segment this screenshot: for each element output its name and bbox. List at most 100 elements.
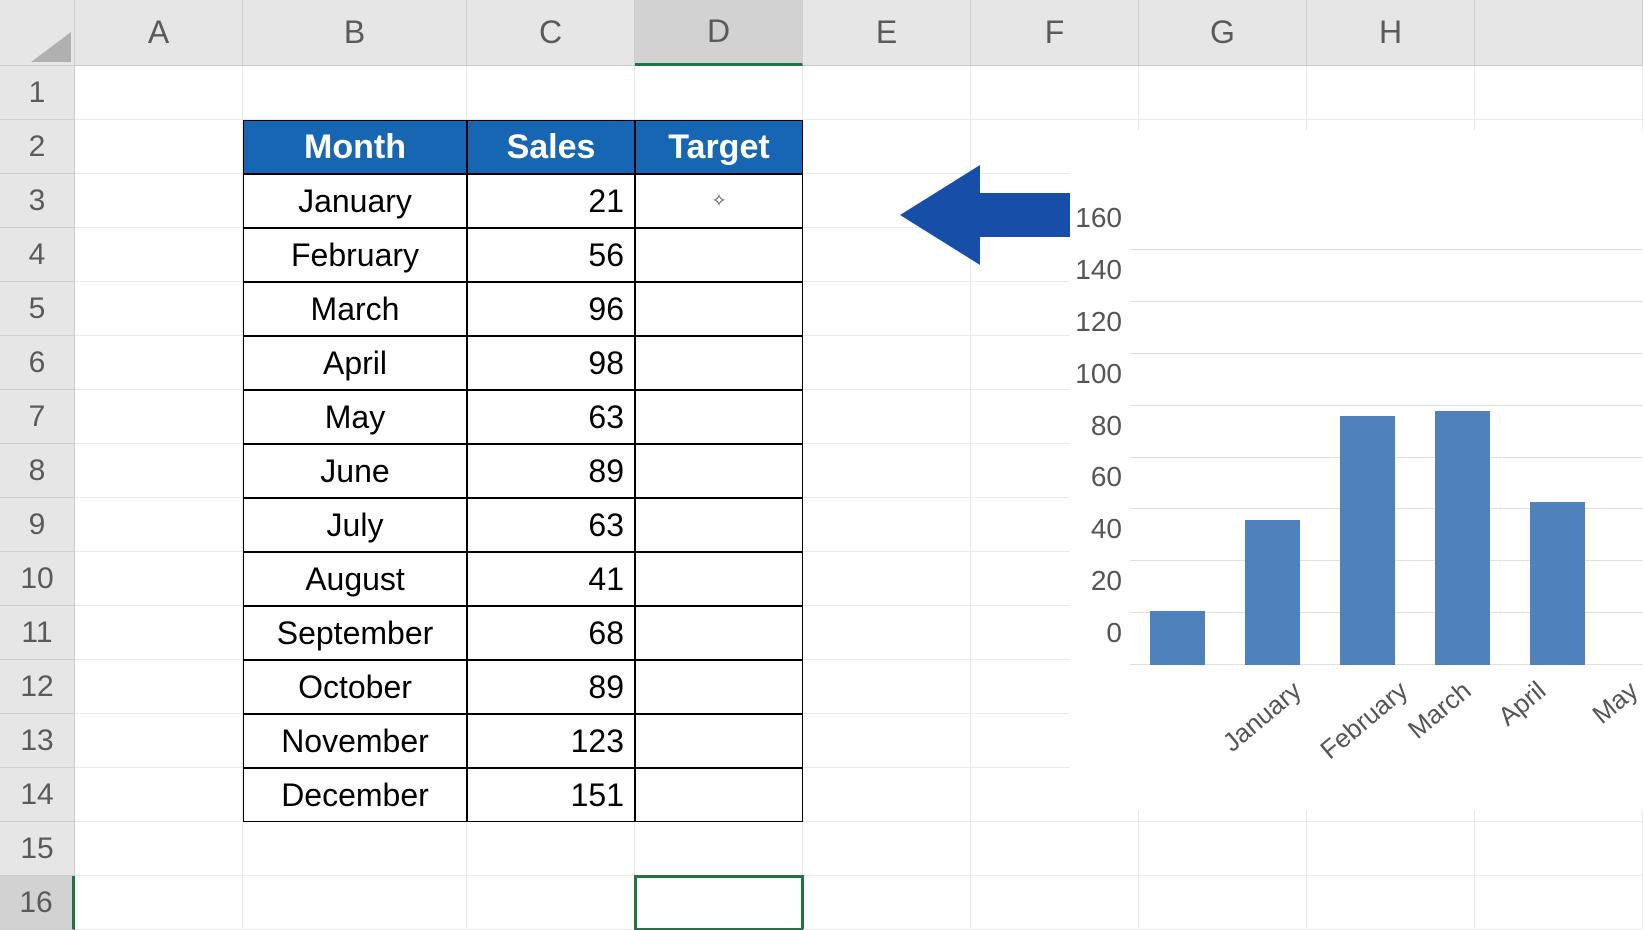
column-header-H[interactable]: H <box>1307 0 1475 66</box>
cell-A1[interactable] <box>75 66 243 120</box>
cell-E4[interactable] <box>803 228 971 282</box>
row-header-9[interactable]: 9 <box>0 498 75 552</box>
table-row-month[interactable]: March <box>243 282 467 336</box>
cell-A4[interactable] <box>75 228 243 282</box>
cell-A11[interactable] <box>75 606 243 660</box>
table-row-target[interactable] <box>635 444 803 498</box>
cell-H15[interactable] <box>1307 822 1475 876</box>
table-row-target[interactable] <box>635 768 803 822</box>
column-header-B[interactable]: B <box>243 0 467 66</box>
sales-bar-chart[interactable]: 020406080100120140160 JanuaryFebruaryMar… <box>1070 130 1643 810</box>
cell-G15[interactable] <box>1139 822 1307 876</box>
row-header-12[interactable]: 12 <box>0 660 75 714</box>
cell-E15[interactable] <box>803 822 971 876</box>
table-row-sales[interactable]: 68 <box>467 606 635 660</box>
row-header-1[interactable]: 1 <box>0 66 75 120</box>
bar-January[interactable] <box>1150 611 1205 665</box>
table-row-month[interactable]: January <box>243 174 467 228</box>
table-row-target[interactable] <box>635 714 803 768</box>
table-row-target[interactable] <box>635 282 803 336</box>
row-header-7[interactable]: 7 <box>0 390 75 444</box>
cell-E9[interactable] <box>803 498 971 552</box>
cell-B15[interactable] <box>243 822 467 876</box>
cell-A13[interactable] <box>75 714 243 768</box>
table-row-sales[interactable]: 151 <box>467 768 635 822</box>
table-row-target[interactable] <box>635 336 803 390</box>
table-row-target[interactable] <box>635 660 803 714</box>
cell-A5[interactable] <box>75 282 243 336</box>
row-header-3[interactable]: 3 <box>0 174 75 228</box>
cell-E8[interactable] <box>803 444 971 498</box>
table-row-month[interactable]: February <box>243 228 467 282</box>
bar-February[interactable] <box>1245 520 1300 665</box>
row-header-13[interactable]: 13 <box>0 714 75 768</box>
table-row-month[interactable]: December <box>243 768 467 822</box>
table-header-sales[interactable]: Sales <box>467 120 635 174</box>
table-row-month[interactable]: September <box>243 606 467 660</box>
cell-H1[interactable] <box>1307 66 1475 120</box>
cell-A9[interactable] <box>75 498 243 552</box>
table-row-sales[interactable]: 21 <box>467 174 635 228</box>
table-row-sales[interactable]: 41 <box>467 552 635 606</box>
cell-A6[interactable] <box>75 336 243 390</box>
row-header-2[interactable]: 2 <box>0 120 75 174</box>
cell-E7[interactable] <box>803 390 971 444</box>
cell-A7[interactable] <box>75 390 243 444</box>
cell-D16[interactable] <box>635 876 803 930</box>
cell-A10[interactable] <box>75 552 243 606</box>
cell-E1[interactable] <box>803 66 971 120</box>
bar-April[interactable] <box>1435 411 1490 665</box>
cell-G16[interactable] <box>1139 876 1307 930</box>
cell-A15[interactable] <box>75 822 243 876</box>
cell-C1[interactable] <box>467 66 635 120</box>
table-row-month[interactable]: July <box>243 498 467 552</box>
table-row-sales[interactable]: 96 <box>467 282 635 336</box>
table-row-month[interactable]: May <box>243 390 467 444</box>
table-row-sales[interactable]: 63 <box>467 390 635 444</box>
cell-A8[interactable] <box>75 444 243 498</box>
table-row-month[interactable]: April <box>243 336 467 390</box>
cell-E12[interactable] <box>803 660 971 714</box>
cell-E11[interactable] <box>803 606 971 660</box>
table-header-month[interactable]: Month <box>243 120 467 174</box>
row-header-16[interactable]: 16 <box>0 876 75 930</box>
cell-D15[interactable] <box>635 822 803 876</box>
select-all-corner[interactable] <box>0 0 75 66</box>
column-header-A[interactable]: A <box>75 0 243 66</box>
row-header-5[interactable]: 5 <box>0 282 75 336</box>
cell-E6[interactable] <box>803 336 971 390</box>
cell-E3[interactable] <box>803 174 971 228</box>
table-row-month[interactable]: November <box>243 714 467 768</box>
column-header-E[interactable]: E <box>803 0 971 66</box>
column-header-C[interactable]: C <box>467 0 635 66</box>
cell-A12[interactable] <box>75 660 243 714</box>
cell-F16[interactable] <box>971 876 1139 930</box>
cell-A14[interactable] <box>75 768 243 822</box>
table-row-sales[interactable]: 123 <box>467 714 635 768</box>
table-row-month[interactable]: October <box>243 660 467 714</box>
table-row-target[interactable] <box>635 228 803 282</box>
cell-F1[interactable] <box>971 66 1139 120</box>
cell-B16[interactable] <box>243 876 467 930</box>
cell-E16[interactable] <box>803 876 971 930</box>
cell-E2[interactable] <box>803 120 971 174</box>
cell-A3[interactable] <box>75 174 243 228</box>
row-header-11[interactable]: 11 <box>0 606 75 660</box>
table-row-target[interactable] <box>635 390 803 444</box>
table-row-target[interactable] <box>635 552 803 606</box>
table-row-sales[interactable]: 56 <box>467 228 635 282</box>
table-row-sales[interactable]: 63 <box>467 498 635 552</box>
cell-A2[interactable] <box>75 120 243 174</box>
cell-A16[interactable] <box>75 876 243 930</box>
bar-March[interactable] <box>1340 416 1395 665</box>
cell-D1[interactable] <box>635 66 803 120</box>
row-header-14[interactable]: 14 <box>0 768 75 822</box>
cell-B1[interactable] <box>243 66 467 120</box>
cell-C16[interactable] <box>467 876 635 930</box>
column-header-G[interactable]: G <box>1139 0 1307 66</box>
cell-F15[interactable] <box>971 822 1139 876</box>
column-header-F[interactable]: F <box>971 0 1139 66</box>
table-row-month[interactable]: June <box>243 444 467 498</box>
table-row-month[interactable]: August <box>243 552 467 606</box>
cell-H16[interactable] <box>1307 876 1475 930</box>
